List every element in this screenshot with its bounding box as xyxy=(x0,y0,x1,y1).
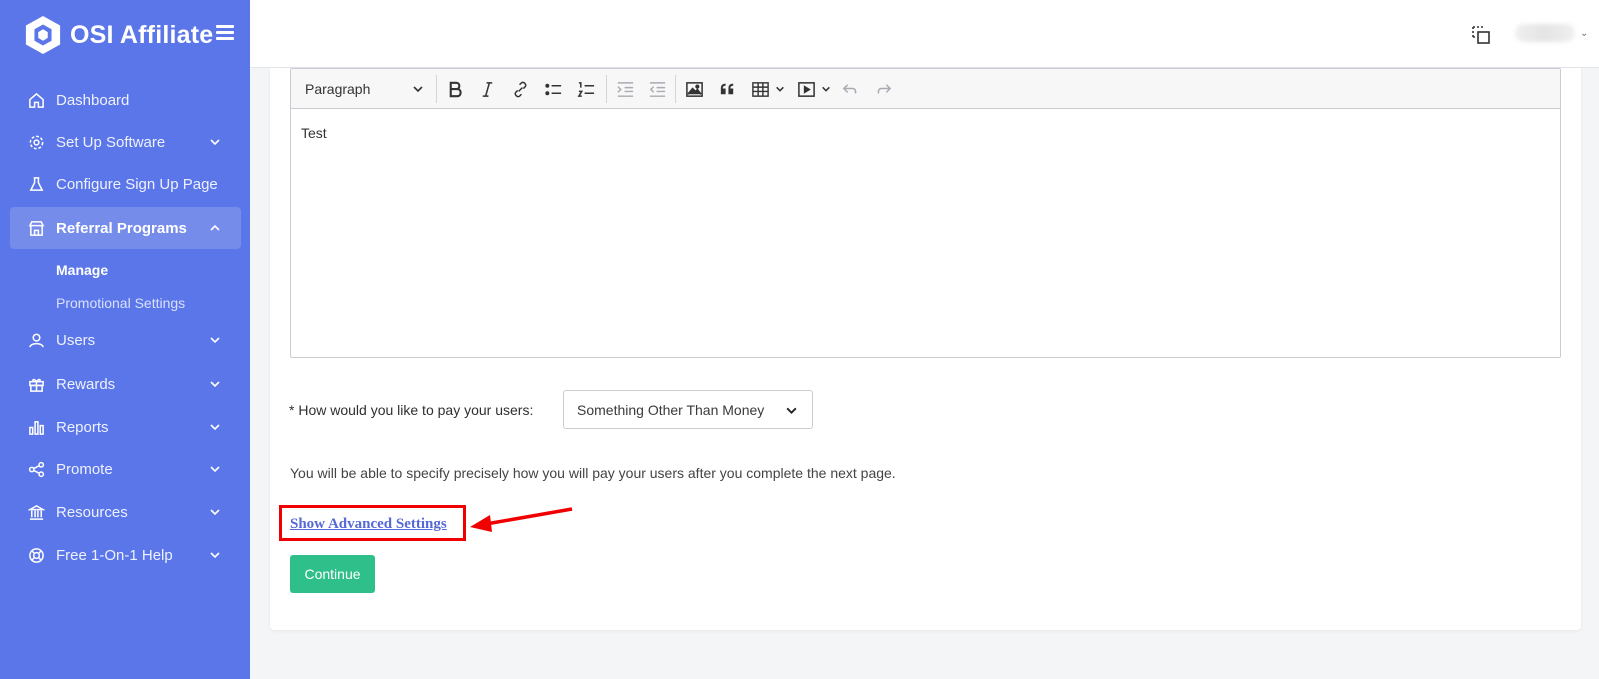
user-icon xyxy=(27,331,45,349)
payment-method-value: Something Other Than Money xyxy=(577,401,765,418)
bulleted-list-button[interactable] xyxy=(542,78,564,100)
sidebar-item-label: Free 1-On-1 Help xyxy=(56,546,173,564)
bulleted-list-icon xyxy=(544,83,561,95)
chevron-down-icon xyxy=(210,337,220,344)
insert-image-button[interactable] xyxy=(683,78,705,100)
sidebar-item-label: Referral Programs xyxy=(56,219,187,237)
paragraph-style-label: Paragraph xyxy=(305,81,371,97)
sidebar: OSI Affiliate Dashboard Set Up Software … xyxy=(0,0,250,679)
chevron-up-icon xyxy=(210,224,220,231)
hexagon-logo-icon xyxy=(25,16,61,54)
payment-method-select[interactable]: Something Other Than Money xyxy=(563,390,813,429)
chevron-down-icon xyxy=(210,552,220,559)
chevron-down-icon xyxy=(210,509,220,516)
sidebar-item-label: Promote xyxy=(56,460,113,478)
sidebar-item-label: Dashboard xyxy=(56,91,130,109)
sidebar-item-label: Set Up Software xyxy=(56,133,166,151)
sidebar-item-label: Resources xyxy=(56,503,128,521)
arrow-annotation xyxy=(470,507,573,532)
sidebar-item-rewards[interactable]: Rewards xyxy=(10,363,241,405)
rich-text-editor: Paragraph Test xyxy=(290,68,1561,358)
decrease-indent-button[interactable] xyxy=(646,78,668,100)
sidebar-subitem-promotional-settings[interactable]: Promotional Settings xyxy=(56,295,185,311)
undo-icon xyxy=(842,83,856,94)
redo-button[interactable] xyxy=(872,78,894,100)
chevron-down-icon xyxy=(210,139,220,146)
chevron-down-icon[interactable]: ⌄ xyxy=(1580,28,1588,39)
link-button[interactable] xyxy=(509,78,531,100)
quote-icon xyxy=(720,83,733,94)
bank-icon xyxy=(27,503,45,521)
sidebar-item-promote[interactable]: Promote xyxy=(10,448,241,490)
share-icon xyxy=(27,460,45,478)
indent-icon xyxy=(616,81,633,97)
store-icon xyxy=(27,219,45,237)
chevron-down-icon xyxy=(210,381,220,388)
bold-icon xyxy=(449,81,462,97)
bar-chart-icon xyxy=(27,418,45,436)
increase-indent-button[interactable] xyxy=(614,78,636,100)
show-advanced-settings-link[interactable]: Show Advanced Settings xyxy=(290,516,447,533)
hamburger-menu-icon[interactable] xyxy=(216,25,234,40)
sidebar-item-label: Rewards xyxy=(56,375,116,393)
sidebar-item-set-up-software[interactable]: Set Up Software xyxy=(10,121,241,163)
chevron-down-icon xyxy=(210,424,220,431)
chevron-down-icon[interactable] xyxy=(821,84,831,94)
toolbar-divider xyxy=(436,75,437,103)
sidebar-subitem-manage[interactable]: Manage xyxy=(56,262,108,278)
outdent-icon xyxy=(649,81,665,97)
redo-icon xyxy=(877,83,891,94)
sidebar-item-referral-programs[interactable]: Referral Programs xyxy=(10,207,241,249)
home-icon xyxy=(27,91,45,109)
flask-icon xyxy=(27,175,45,193)
numbered-list-button[interactable] xyxy=(575,78,597,100)
italic-icon xyxy=(482,81,492,97)
undo-button[interactable] xyxy=(839,78,861,100)
block-quote-button[interactable] xyxy=(716,78,738,100)
sidebar-item-users[interactable]: Users xyxy=(10,319,241,361)
top-bar xyxy=(250,0,1599,68)
image-icon xyxy=(685,81,703,97)
copy-icon[interactable] xyxy=(1470,24,1492,46)
bold-button[interactable] xyxy=(444,78,466,100)
chevron-down-icon[interactable] xyxy=(775,84,785,94)
media-icon xyxy=(797,81,815,97)
toolbar-divider xyxy=(675,75,676,103)
chevron-down-icon xyxy=(413,86,423,93)
sidebar-item-label: Users xyxy=(56,331,96,349)
numbered-list-icon xyxy=(577,81,594,97)
insert-table-button[interactable] xyxy=(749,78,771,100)
avatar[interactable] xyxy=(1515,24,1575,42)
insert-media-button[interactable] xyxy=(795,78,817,100)
gift-icon xyxy=(27,375,45,393)
editor-content[interactable]: Test xyxy=(301,125,327,141)
sidebar-item-dashboard[interactable]: Dashboard xyxy=(10,79,241,121)
chevron-down-icon xyxy=(786,407,797,414)
sidebar-item-reports[interactable]: Reports xyxy=(10,406,241,448)
sidebar-item-configure-sign-up-page[interactable]: Configure Sign Up Page xyxy=(10,163,241,205)
brand-name: OSI Affiliate xyxy=(70,20,214,49)
paragraph-style-dropdown[interactable]: Paragraph xyxy=(305,69,370,109)
brand[interactable]: OSI Affiliate xyxy=(24,14,213,56)
toolbar-divider xyxy=(606,75,607,103)
editor-toolbar: Paragraph xyxy=(291,69,1560,109)
italic-button[interactable] xyxy=(476,78,498,100)
table-icon xyxy=(751,81,769,97)
payment-info-text: You will be able to specify precisely ho… xyxy=(290,465,896,481)
link-icon xyxy=(514,81,526,97)
sidebar-item-label: Reports xyxy=(56,418,109,436)
lifebuoy-icon xyxy=(27,546,45,564)
chevron-down-icon xyxy=(210,466,220,473)
sidebar-item-free-help[interactable]: Free 1-On-1 Help xyxy=(10,534,241,576)
sidebar-item-label: Configure Sign Up Page xyxy=(56,175,218,193)
sidebar-item-resources[interactable]: Resources xyxy=(10,491,241,533)
payment-method-label: * How would you like to pay your users: xyxy=(289,402,534,418)
gear-icon xyxy=(27,133,45,151)
continue-button[interactable]: Continue xyxy=(290,555,375,593)
